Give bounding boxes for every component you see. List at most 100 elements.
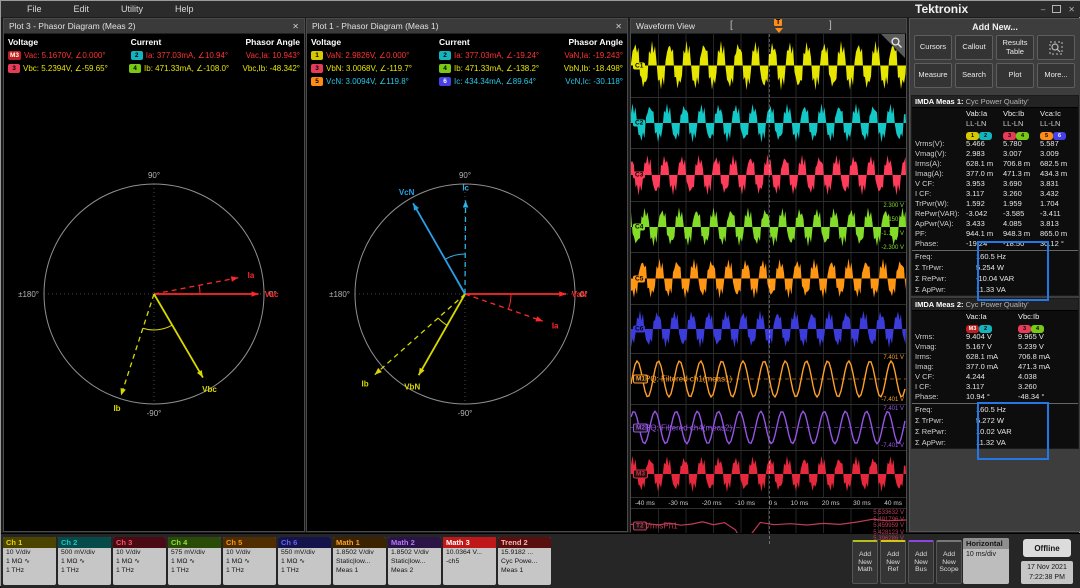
meas-value: 706.8 mA — [1018, 352, 1051, 361]
source-badge: 4 — [439, 64, 451, 73]
channel-card-line: 1 THz — [281, 566, 300, 574]
channel-card-line: Static|low... — [336, 557, 371, 565]
scale-label: 5.428123 V — [873, 529, 904, 536]
channel-badge-M3[interactable]: M3 — [633, 469, 649, 479]
source-badge: 2 — [439, 51, 451, 60]
time-tick-label: -20 ms — [701, 499, 722, 507]
col-phasor-angle: Phasor Angle — [245, 37, 300, 47]
scale-label: -1.150 V — [881, 231, 904, 237]
channel-card-math-3[interactable]: Math 3 10.0364 V... -ch5 — [443, 537, 496, 585]
channel-card-title: Math 2 — [388, 537, 441, 548]
meas-row: ApPwr(VA): 3.433 4.085 3.813 — [912, 219, 1078, 229]
channel-card-trend-2[interactable]: Trend 2 15.9182 ... Cyc Powe... Meas 1 — [498, 537, 551, 585]
menu-item-edit[interactable]: Edit — [74, 4, 90, 14]
plot-title: Plot 1 - Phasor Diagram (Meas 1) — [312, 21, 439, 31]
channel-card-ch-3[interactable]: Ch 3 10 V/div 1 MΩ ∿ 1 THz — [113, 537, 166, 585]
channel-card-line: 10 V/div — [6, 549, 31, 556]
button-search[interactable]: Search — [955, 63, 993, 88]
menu-item-file[interactable]: File — [27, 4, 42, 14]
scale-label: 2.300 V — [883, 203, 904, 209]
meas-row-label: Imag: — [915, 362, 934, 371]
channel-badge-C2[interactable]: C2 — [633, 119, 646, 127]
channel-card-body: 10 V/div 1 MΩ ∿ 1 THz — [113, 548, 166, 577]
channel-card-line: 10 V/div — [116, 549, 141, 556]
channel-card-math-2[interactable]: Math 2 1.8502 V/div Static|low... Meas 2 — [388, 537, 441, 585]
channel-card-ch-4[interactable]: Ch 4 575 mV/div 1 MΩ ∿ 1 THz — [168, 537, 221, 585]
channel-card-line: Meas 2 — [391, 566, 414, 574]
zoom-icon[interactable] — [1037, 35, 1075, 60]
scale-label: 1.150 V — [883, 217, 904, 223]
meas-value: 682.5 m — [1040, 159, 1068, 168]
button-more-[interactable]: More... — [1037, 63, 1075, 88]
channel-card-line: 1 MΩ ∿ — [6, 557, 30, 565]
button-add-new-math[interactable]: Add New Math — [852, 540, 878, 584]
meas-col-header: Vbc:Ib — [1003, 109, 1025, 118]
channel-badge-C1[interactable]: C1 — [633, 62, 646, 69]
scale-labels-C4: 2.300 V 1.150 V -1.150 V -2.300 V — [881, 203, 904, 251]
meas-value: 4.244 — [966, 372, 985, 381]
summary-label: Freq: — [915, 252, 933, 261]
zoom-bracket-open[interactable]: [ — [730, 20, 733, 31]
channel-card-ch-6[interactable]: Ch 6 550 mV/div 1 MΩ ∿ 1 THz — [278, 537, 331, 585]
channel-card-ch-1[interactable]: Ch 1 10 V/div 1 MΩ ∿ 1 THz — [3, 537, 56, 585]
channel-card-line: 15.9182 ... — [501, 549, 534, 556]
button-plot[interactable]: Plot — [996, 63, 1034, 88]
menu-item-help[interactable]: Help — [175, 4, 194, 14]
channel-badge-C3[interactable]: C3 — [633, 171, 646, 179]
meas-row-label: V CF: — [915, 179, 935, 188]
current-cell: 2 Ia: 377.03mA, ∠10.94° — [130, 51, 246, 60]
meas-col-subheader: LL-LN — [966, 119, 987, 128]
channel-card-body: 575 mV/div 1 MΩ ∿ 1 THz — [168, 548, 221, 577]
channel-card-ch-5[interactable]: Ch 5 10 V/div 1 MΩ ∿ 1 THz — [223, 537, 276, 585]
svg-text:VcN: VcN — [399, 188, 415, 197]
current-cell: 6 Ic: 434.34mA, ∠89.64° — [439, 77, 559, 86]
scale-label: -7.401 V — [881, 397, 904, 403]
button-results-table[interactable]: Results Table — [996, 35, 1034, 60]
button-add-new-scope[interactable]: Add New Scope — [936, 540, 962, 584]
voltage-value: VbN: 3.0068V, ∠-119.7° — [326, 64, 412, 73]
meas-col-subheader: LL-LN — [1040, 119, 1061, 128]
channel-card-title: Ch 6 — [278, 537, 331, 548]
imda-meas1-title-bold: IMDA Meas 1: — [915, 97, 966, 106]
offline-button[interactable]: Offline — [1023, 539, 1071, 557]
zoom-bracket-close[interactable]: ] — [829, 20, 832, 31]
zoom-icon — [1049, 41, 1063, 54]
button-cursors[interactable]: Cursors — [914, 35, 952, 60]
col-phasor-angle: Phasor Angle — [568, 37, 623, 47]
button-measure[interactable]: Measure — [914, 63, 952, 88]
close-icon[interactable]: ✕ — [292, 22, 299, 31]
button-add-new-ref[interactable]: Add New Ref — [880, 540, 906, 584]
svg-text:Vbc: Vbc — [202, 385, 217, 394]
horizontal-panel[interactable]: Horizontal 10 ms/div — [963, 538, 1009, 584]
button-add-new-bus[interactable]: Add New Bus — [908, 540, 934, 584]
maximize-button[interactable] — [1052, 5, 1062, 13]
channel-card-line: 10.0364 V... — [446, 549, 483, 556]
channel-card-math-1[interactable]: Math 1 1.8502 V/div Static|low... Meas 1 — [333, 537, 386, 585]
minimize-button[interactable]: – — [1041, 5, 1045, 14]
time-tick-label: 30 ms — [853, 499, 871, 507]
channel-card-line: 1 MΩ ∿ — [61, 557, 85, 565]
meas-col-headers: Vac:Ia Vbc:Ib — [912, 311, 1078, 322]
svg-text:Ib: Ib — [113, 404, 120, 413]
angle-cell: Vbc,Ib: -48.342° — [243, 64, 300, 73]
close-icon[interactable]: ✕ — [615, 22, 622, 31]
channel-badge-C5[interactable]: C5 — [633, 275, 646, 282]
meas-value: 706.8 m — [1003, 159, 1031, 168]
channel-card-ch-2[interactable]: Ch 2 500 mV/div 1 MΩ ∿ 1 THz — [58, 537, 111, 585]
channel-card-title: Ch 2 — [58, 537, 111, 548]
waveform-view-title: Waveform View — [636, 21, 696, 31]
close-button[interactable]: ✕ — [1068, 5, 1075, 14]
angle-value: VcN,Ic: -30.118° — [565, 77, 623, 86]
menu-item-utility[interactable]: Utility — [121, 4, 143, 14]
trigger-marker[interactable]: T — [774, 19, 783, 26]
waveform-label-T2: VrmsPh1 — [645, 521, 678, 531]
tektronix-logo: Tektronix — [915, 2, 969, 16]
button-callout[interactable]: Callout — [955, 35, 993, 60]
meas-row-label: Vrms: — [915, 332, 935, 341]
angle-value: Vac,Ia: 10.943° — [245, 51, 300, 60]
channel-badge-C4[interactable]: C4 — [633, 223, 646, 231]
channel-card-line: Meas 1 — [336, 566, 359, 574]
trigger-position-line — [768, 34, 770, 544]
channel-badge-C6[interactable]: C6 — [633, 325, 646, 333]
channel-card-line: Static|low... — [391, 557, 426, 565]
